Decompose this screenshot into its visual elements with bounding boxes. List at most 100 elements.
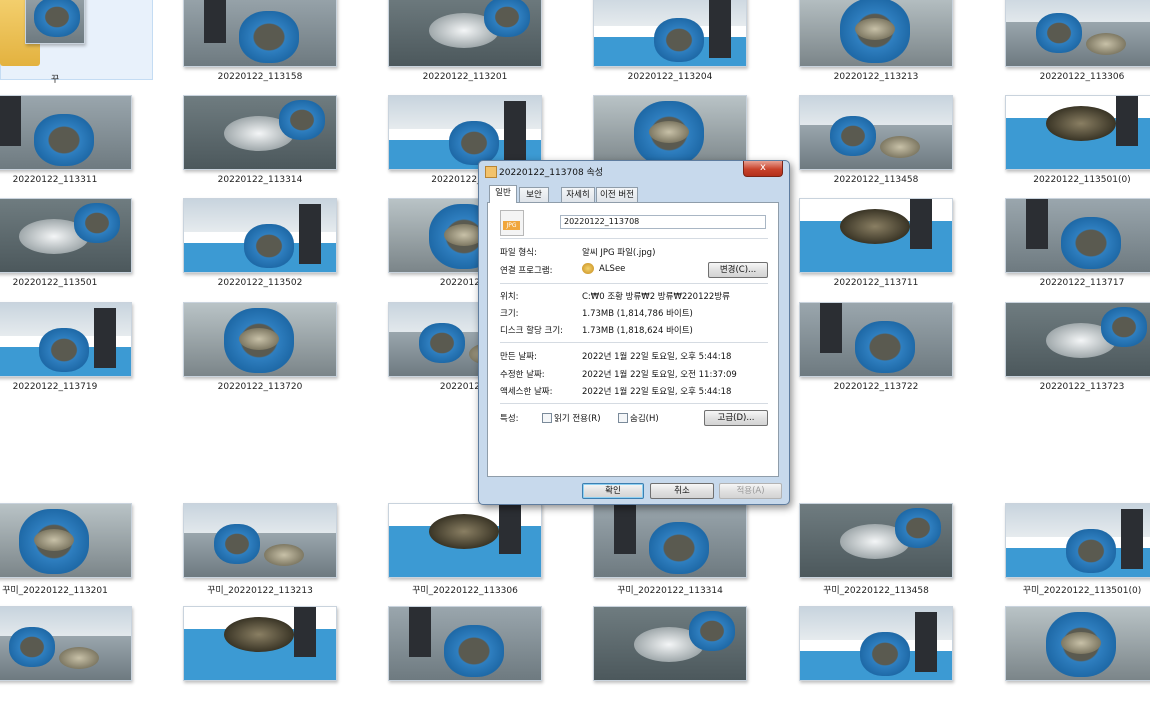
photo-thumbnail [0, 606, 132, 681]
photo-detail [239, 328, 279, 350]
thumbnail-item[interactable]: 20220122_113720 [160, 302, 360, 402]
thumbnail-item[interactable]: 20220122_113711 [776, 198, 976, 298]
close-button[interactable]: x [743, 161, 783, 177]
photo-thumbnail [799, 606, 953, 681]
photo-detail [800, 125, 952, 169]
thumbnail-caption: 꾸 [50, 75, 60, 85]
photo-detail [444, 625, 504, 677]
thumbnail-caption: 20220122_113311 [12, 175, 98, 185]
general-panel: JPG 20220122_113708 파일 형식: 알씨 JPG 파일(.jp… [487, 202, 779, 477]
thumbnail-item[interactable]: 20220122_113722 [776, 302, 976, 402]
thumbnail-item[interactable]: 20220122_113158 [160, 0, 360, 92]
accessed-value: 2022년 1월 22일 토요일, 오후 5:44:18 [582, 387, 732, 397]
thumbnail-caption: 20220122_113201 [422, 72, 508, 82]
thumbnail-item[interactable]: 20220122_113501(0) [982, 95, 1150, 195]
photo-detail [34, 529, 74, 551]
thumbnail-caption: 20220122_113502 [217, 278, 303, 288]
photo-detail [1116, 96, 1138, 146]
photo-thumbnail [1005, 606, 1150, 681]
thumbnail-caption: 20220122_113204 [627, 72, 713, 82]
photo-thumbnail [0, 302, 132, 377]
size-on-disk-label: 디스크 할당 크기: [500, 326, 564, 336]
photo-thumbnail [183, 0, 337, 67]
thumbnail-item[interactable]: 20220122_113458 [776, 95, 976, 195]
thumbnail-item[interactable]: 20220122_113723 [982, 302, 1150, 402]
thumbnail-item[interactable]: 20220122_113306 [982, 0, 1150, 92]
photo-detail [184, 533, 336, 577]
thumbnail-item[interactable] [0, 606, 155, 706]
photo-thumbnail [0, 198, 132, 273]
thumbnail-item[interactable]: 꾸미_20220122_113314 [570, 503, 770, 603]
hidden-checkbox[interactable] [618, 413, 628, 423]
thumbnail-item[interactable]: 20220122_113201 [365, 0, 565, 92]
photo-detail [449, 121, 499, 165]
photo-thumbnail [799, 302, 953, 377]
thumbnail-item[interactable]: 20220122_113314 [160, 95, 360, 195]
photo-detail [1036, 13, 1082, 53]
photo-detail [409, 607, 431, 657]
photo-detail [1086, 33, 1126, 55]
thumbnail-caption: 20220122_113458 [833, 175, 919, 185]
created-value: 2022년 1월 22일 토요일, 오후 5:44:18 [582, 352, 732, 362]
thumbnail-caption: 꾸미_20220122_113213 [207, 586, 313, 596]
thumbnail-item[interactable]: 20220122_113502 [160, 198, 360, 298]
photo-thumbnail [593, 606, 747, 681]
tab-general[interactable]: 일반 [489, 185, 517, 203]
tab-details[interactable]: 자세히 [561, 187, 595, 202]
file-name-field[interactable]: 20220122_113708 [560, 215, 766, 229]
thumbnail-item[interactable] [160, 606, 360, 706]
photo-thumbnail [0, 503, 132, 578]
thumbnail-item[interactable]: 꾸미_20220122_113213 [160, 503, 360, 603]
size-value: 1.73MB (1,814,786 바이트) [582, 309, 693, 319]
thumbnail-item[interactable]: 꾸미_20220122_113458 [776, 503, 976, 603]
readonly-label[interactable]: 읽기 전용(R) [554, 412, 601, 424]
photo-detail [0, 96, 21, 146]
apply-button[interactable]: 적용(A) [719, 483, 782, 499]
tab-security[interactable]: 보안 [519, 187, 549, 202]
photo-detail [910, 199, 932, 249]
photo-thumbnail [1005, 198, 1150, 273]
file-icon [485, 166, 497, 178]
thumbnail-item[interactable]: 20220122_113311 [0, 95, 155, 195]
thumbnail-item[interactable]: 20220122_113501 [0, 198, 155, 298]
thumbnail-item[interactable]: 20220122_113717 [982, 198, 1150, 298]
thumbnail-item[interactable]: 꾸미_20220122_113306 [365, 503, 565, 603]
photo-detail [184, 504, 336, 537]
photo-thumbnail [183, 302, 337, 377]
thumbnail-item[interactable] [776, 606, 976, 706]
photo-thumbnail [799, 503, 953, 578]
size-label: 크기: [500, 309, 519, 319]
divider [500, 403, 768, 404]
thumbnail-caption: 20220122_113717 [1039, 278, 1125, 288]
thumbnail-item[interactable] [982, 606, 1150, 706]
thumbnail-item[interactable]: 꾸미_20220122_113201 [0, 503, 155, 603]
ok-button[interactable]: 확인 [582, 483, 644, 499]
thumbnail-item[interactable]: 20220122_113213 [776, 0, 976, 92]
thumbnail-item[interactable]: 20220122_113719 [0, 302, 155, 402]
photo-thumbnail [183, 606, 337, 681]
advanced-button[interactable]: 고급(D)... [704, 410, 768, 426]
thumbnail-item[interactable]: 20220122_113204 [570, 0, 770, 92]
thumbnail-item[interactable]: 꾸미_20220122_113501(0) [982, 503, 1150, 603]
folder-preview-image [25, 0, 85, 44]
divider [500, 342, 768, 343]
thumbnail-item[interactable] [365, 606, 565, 706]
photo-detail [504, 101, 526, 161]
change-button[interactable]: 변경(C)... [708, 262, 768, 278]
properties-dialog: 20220122_113708 속성 x 일반 보안 자세히 이전 버전 JPG… [478, 160, 790, 505]
thumbnail-caption: 꾸미_20220122_113306 [412, 586, 518, 596]
location-value: C:₩0 조황 방류₩2 방류₩220122방류 [582, 292, 730, 302]
photo-detail [239, 11, 299, 63]
thumbnail-caption: 20220122_113501(0) [1033, 175, 1131, 185]
photo-detail [214, 524, 260, 564]
cancel-button[interactable]: 취소 [650, 483, 714, 499]
dialog-title: 20220122_113708 속성 [499, 168, 604, 178]
thumbnail-item[interactable] [570, 606, 770, 706]
divider [500, 283, 768, 284]
tab-previous-versions[interactable]: 이전 버전 [596, 187, 638, 202]
folder-item[interactable]: 꾸 [0, 0, 155, 92]
photo-detail [34, 114, 94, 166]
hidden-label[interactable]: 숨김(H) [630, 412, 659, 424]
thumbnail-caption: 20220122_113711 [833, 278, 919, 288]
readonly-checkbox[interactable] [542, 413, 552, 423]
